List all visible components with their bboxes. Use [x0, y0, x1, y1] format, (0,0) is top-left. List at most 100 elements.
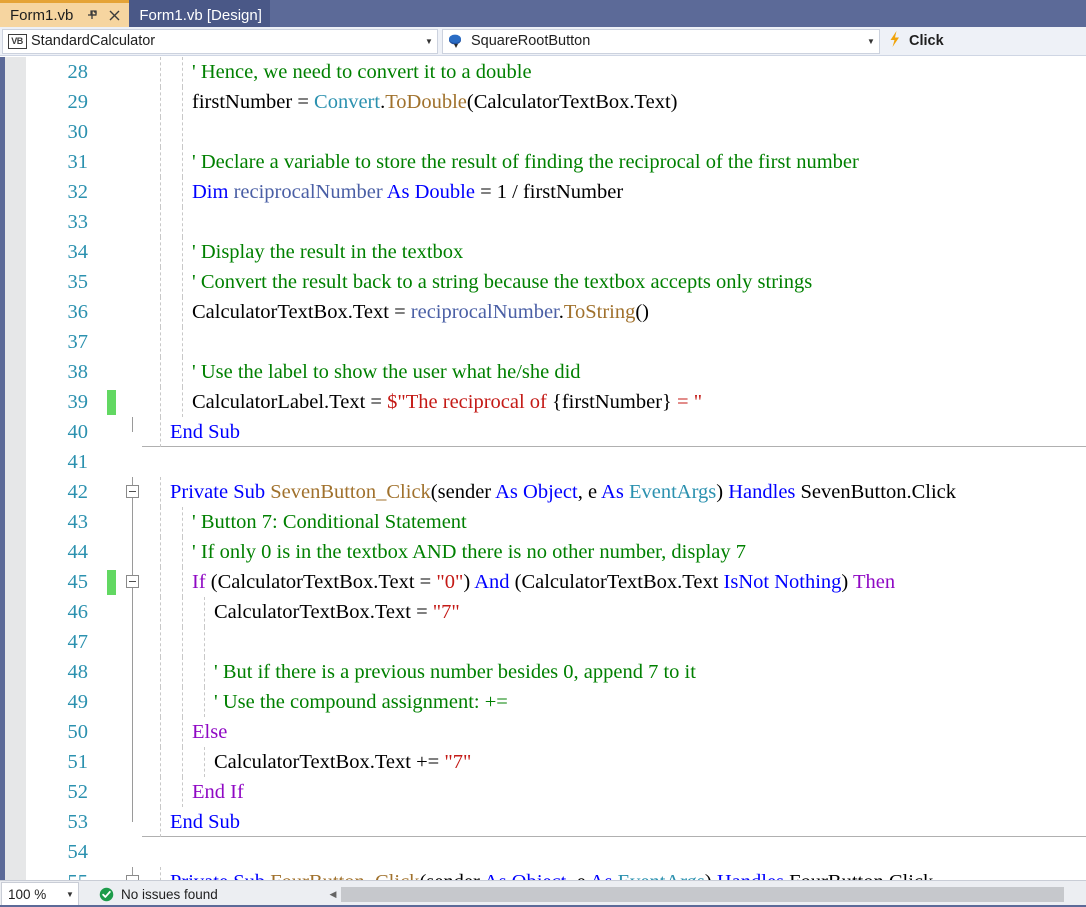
- code-token: ): [841, 571, 854, 593]
- code-line[interactable]: 37: [0, 327, 1086, 357]
- outlining-margin[interactable]: [124, 807, 142, 837]
- code-line[interactable]: 50 Else: [0, 717, 1086, 747]
- line-number: 51: [67, 751, 89, 773]
- chevron-down-icon[interactable]: ▼: [863, 37, 879, 46]
- code-line[interactable]: 53 End Sub: [0, 807, 1086, 837]
- member-dropdown[interactable]: SquareRootButton ▼: [442, 29, 880, 54]
- tab-form1-vb-icons: [85, 8, 121, 22]
- outlining-margin[interactable]: [124, 267, 142, 297]
- indent-guide: [182, 627, 183, 657]
- code-token: (): [635, 301, 649, 323]
- indent-guide: [182, 327, 183, 357]
- outlining-margin[interactable]: [124, 477, 142, 507]
- code-line[interactable]: 52 End If: [0, 777, 1086, 807]
- outlining-margin[interactable]: [124, 597, 142, 627]
- outlining-margin[interactable]: [124, 237, 142, 267]
- outlining-margin[interactable]: [124, 297, 142, 327]
- outlining-margin[interactable]: [124, 57, 142, 87]
- code-line[interactable]: 29 firstNumber = Convert.ToDouble(Calcula…: [0, 87, 1086, 117]
- code-line-text: CalculatorLabel.Text = $"The reciprocal …: [192, 387, 702, 417]
- code-line[interactable]: 42 Private Sub SevenButton_Click(sender A…: [0, 477, 1086, 507]
- outlining-margin[interactable]: [124, 357, 142, 387]
- code-line[interactable]: 45 If (CalculatorTextBox.Text = "0") And …: [0, 567, 1086, 597]
- scroll-left-arrow-icon[interactable]: ◀: [325, 883, 341, 906]
- code-line[interactable]: 43 ' Button 7: Conditional Statement: [0, 507, 1086, 537]
- code-line[interactable]: 41: [0, 447, 1086, 477]
- code-line[interactable]: 49 ' Use the compound assignment: +=: [0, 687, 1086, 717]
- outlining-margin[interactable]: [124, 717, 142, 747]
- pin-icon[interactable]: [85, 8, 99, 22]
- code-token: ): [463, 571, 475, 593]
- horizontal-scrollbar[interactable]: ◀: [325, 883, 1086, 906]
- outlining-margin[interactable]: [124, 687, 142, 717]
- horizontal-scrollbar-thumb[interactable]: [341, 887, 1064, 902]
- code-token: CalculatorTextBox.Text =: [214, 601, 433, 623]
- outlining-margin[interactable]: [124, 507, 142, 537]
- tab-form1-vb-design[interactable]: Form1.vb [Design]: [129, 0, 270, 27]
- outlining-margin[interactable]: [124, 627, 142, 657]
- indent-guide: [182, 267, 183, 297]
- code-lines-container: 28 ' Hence, we need to convert it to a do…: [0, 57, 1086, 880]
- code-line[interactable]: 55 Private Sub FourButton_Click(sender As…: [0, 867, 1086, 880]
- code-line[interactable]: 34 ' Display the result in the textbox: [0, 237, 1086, 267]
- outlining-margin[interactable]: [124, 117, 142, 147]
- indent-guide: [182, 597, 183, 627]
- line-number: 30: [67, 121, 89, 143]
- code-token: $"The reciprocal of: [387, 391, 553, 413]
- code-line[interactable]: 35 ' Convert the result back to a string …: [0, 267, 1086, 297]
- outlining-margin[interactable]: [124, 567, 142, 597]
- code-editor-area[interactable]: 28 ' Hence, we need to convert it to a do…: [0, 57, 1086, 880]
- outlining-margin[interactable]: [124, 447, 142, 477]
- code-line[interactable]: 38 ' Use the label to show the user what …: [0, 357, 1086, 387]
- outlining-margin[interactable]: [124, 177, 142, 207]
- indent-guide: [160, 477, 161, 507]
- code-line[interactable]: 33: [0, 207, 1086, 237]
- code-token: Else: [192, 721, 228, 743]
- code-line[interactable]: 46 CalculatorTextBox.Text = "7": [0, 597, 1086, 627]
- code-line[interactable]: 30: [0, 117, 1086, 147]
- code-line[interactable]: 28 ' Hence, we need to convert it to a do…: [0, 57, 1086, 87]
- type-dropdown[interactable]: VB StandardCalculator ▼: [2, 29, 438, 54]
- collapse-region-icon[interactable]: [126, 485, 139, 498]
- code-line[interactable]: 32 Dim reciprocalNumber As Double = 1 / f…: [0, 177, 1086, 207]
- outlining-margin[interactable]: [124, 87, 142, 117]
- outlining-margin[interactable]: [124, 537, 142, 567]
- code-line[interactable]: 47: [0, 627, 1086, 657]
- close-icon[interactable]: [108, 9, 121, 22]
- issues-status[interactable]: No issues found: [99, 887, 218, 902]
- indent-guide: [182, 357, 183, 387]
- code-line-text: ' Declare a variable to store the result…: [192, 147, 859, 177]
- code-line[interactable]: 44 ' If only 0 is in the textbox AND ther…: [0, 537, 1086, 567]
- code-line[interactable]: 51 CalculatorTextBox.Text += "7": [0, 747, 1086, 777]
- zoom-level-dropdown[interactable]: 100 % ▼: [1, 881, 79, 907]
- code-line[interactable]: 54: [0, 837, 1086, 867]
- outlining-margin[interactable]: [124, 207, 142, 237]
- code-line[interactable]: 31 ' Declare a variable to store the resu…: [0, 147, 1086, 177]
- indent-guide: [204, 627, 205, 657]
- outlining-margin[interactable]: [124, 657, 142, 687]
- outlining-margin[interactable]: [124, 327, 142, 357]
- code-line[interactable]: 39 CalculatorLabel.Text = $"The reciproca…: [0, 387, 1086, 417]
- outlining-margin[interactable]: [124, 837, 142, 867]
- code-token: As Object: [484, 871, 567, 880]
- outlining-margin[interactable]: [124, 387, 142, 417]
- vb-badge-label: VB: [7, 34, 27, 49]
- line-number: 28: [67, 61, 89, 83]
- outlining-margin[interactable]: [124, 867, 142, 880]
- line-number: 42: [67, 481, 89, 503]
- indent-guide: [182, 687, 183, 717]
- chevron-down-icon[interactable]: ▼: [421, 37, 437, 46]
- code-line[interactable]: 48 ' But if there is a previous number be…: [0, 657, 1086, 687]
- code-line[interactable]: 40 End Sub: [0, 417, 1086, 447]
- tab-form1-vb[interactable]: Form1.vb: [0, 0, 130, 27]
- indent-guide: [160, 507, 161, 537]
- code-token: As: [601, 481, 624, 503]
- outlining-margin[interactable]: [124, 417, 142, 447]
- collapse-region-icon[interactable]: [126, 575, 139, 588]
- line-number: 53: [67, 811, 89, 833]
- chevron-down-icon[interactable]: ▼: [62, 890, 78, 899]
- outlining-margin[interactable]: [124, 747, 142, 777]
- outlining-margin[interactable]: [124, 147, 142, 177]
- outlining-margin[interactable]: [124, 777, 142, 807]
- code-line[interactable]: 36 CalculatorTextBox.Text = reciprocalNum…: [0, 297, 1086, 327]
